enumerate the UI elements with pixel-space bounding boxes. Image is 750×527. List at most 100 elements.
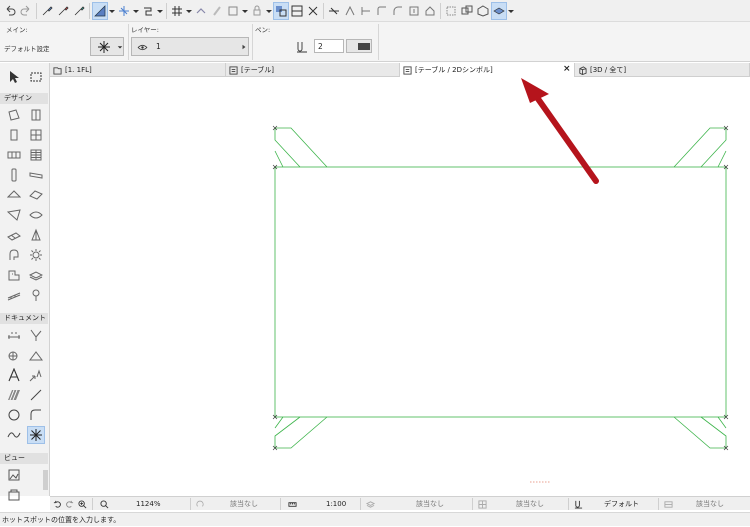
tab-floor-plan[interactable]: [1. 1FL] bbox=[50, 63, 226, 77]
text-tool-icon[interactable] bbox=[5, 366, 23, 384]
undo-icon[interactable] bbox=[2, 2, 18, 20]
zoom-level[interactable]: 1124% bbox=[136, 499, 160, 509]
zoom-icon[interactable] bbox=[100, 499, 109, 509]
tab-table-2d-symbol[interactable]: [テーブル / 2Dシンボル] × bbox=[400, 63, 575, 77]
label-tool-icon[interactable] bbox=[27, 366, 45, 384]
column-tool-icon[interactable] bbox=[5, 126, 23, 144]
table-leg-top-left[interactable] bbox=[274, 127, 328, 168]
close-tab-icon[interactable]: × bbox=[563, 64, 571, 74]
trace-reference-icon[interactable] bbox=[443, 2, 459, 20]
split-icon[interactable] bbox=[326, 2, 342, 20]
chevron-down-icon[interactable] bbox=[132, 2, 140, 20]
eyedropper-icon[interactable] bbox=[55, 2, 71, 20]
model-view-value[interactable]: 該当なし bbox=[516, 499, 544, 509]
group-icon[interactable] bbox=[289, 2, 305, 20]
stair-tool-icon[interactable] bbox=[5, 226, 23, 244]
undo-zoom-icon[interactable] bbox=[53, 499, 62, 509]
suspend-groups-icon[interactable] bbox=[273, 1, 289, 20]
home-story-icon[interactable] bbox=[422, 2, 438, 20]
compare-icon[interactable] bbox=[459, 2, 475, 20]
morph-tool-icon[interactable] bbox=[27, 206, 45, 224]
pen-number-field[interactable]: 2 bbox=[314, 39, 344, 53]
roof-tool-icon[interactable] bbox=[5, 186, 23, 204]
pick-up-parameters-icon[interactable] bbox=[39, 2, 55, 20]
table-leg-bottom-right[interactable] bbox=[673, 416, 727, 449]
skylight-tool-icon[interactable] bbox=[5, 206, 23, 224]
pencil-icon[interactable] bbox=[209, 2, 225, 20]
curtain-tool-icon[interactable] bbox=[27, 266, 45, 284]
layer-dropdown[interactable]: 1 bbox=[131, 37, 249, 56]
drawing-canvas[interactable] bbox=[50, 78, 750, 496]
shell-tool-icon[interactable] bbox=[27, 186, 45, 204]
tab-3d-all[interactable]: [3D / 全て] bbox=[575, 63, 750, 77]
polyline-tool-icon[interactable] bbox=[27, 406, 45, 424]
inject-parameters-icon[interactable] bbox=[71, 2, 87, 20]
layer-combo-icon[interactable] bbox=[366, 499, 375, 509]
redo-zoom-icon[interactable] bbox=[65, 499, 74, 509]
lamp-tool-icon[interactable] bbox=[27, 246, 45, 264]
tab-table[interactable]: [テーブル] bbox=[226, 63, 400, 77]
elevation-dimension-icon[interactable] bbox=[5, 346, 23, 364]
wall-tool-icon[interactable] bbox=[5, 106, 23, 124]
design-section-header[interactable]: デザイン bbox=[0, 93, 48, 104]
figure-tool-icon[interactable] bbox=[5, 466, 23, 484]
teamwork-icon[interactable] bbox=[491, 1, 507, 20]
trace-icon[interactable] bbox=[193, 2, 209, 20]
level-dimension-icon[interactable] bbox=[27, 326, 45, 344]
scale-value[interactable]: 1:100 bbox=[326, 499, 346, 509]
toolbox-scrollbar[interactable] bbox=[43, 470, 48, 490]
layers-icon[interactable] bbox=[225, 2, 241, 20]
zoom-in-icon[interactable] bbox=[78, 499, 87, 509]
window-tool-icon[interactable] bbox=[27, 126, 45, 144]
marquee-tool-icon[interactable] bbox=[27, 68, 45, 86]
3d-view-icon[interactable] bbox=[475, 2, 491, 20]
chevron-down-icon[interactable] bbox=[156, 2, 164, 20]
layer-combo-value[interactable]: 該当なし bbox=[416, 499, 444, 509]
chevron-down-icon[interactable] bbox=[108, 2, 116, 20]
chevron-down-icon[interactable] bbox=[507, 2, 515, 20]
door-tool-icon[interactable] bbox=[27, 106, 45, 124]
chevron-down-icon[interactable] bbox=[265, 2, 273, 20]
redo-icon[interactable] bbox=[18, 2, 34, 20]
location-tool-icon[interactable] bbox=[27, 286, 45, 304]
slab-tool-icon[interactable] bbox=[27, 166, 45, 184]
fillet-icon[interactable] bbox=[374, 2, 390, 20]
ungroup-icon[interactable] bbox=[305, 2, 321, 20]
dimension-standard-value[interactable]: 該当なし bbox=[696, 499, 724, 509]
tool-settings-button[interactable] bbox=[90, 37, 124, 56]
pen-set-value[interactable]: デフォルト bbox=[604, 499, 639, 509]
intersect-icon[interactable] bbox=[358, 2, 374, 20]
ramp-tool-icon[interactable] bbox=[5, 286, 23, 304]
grid-snap-icon[interactable] bbox=[169, 2, 185, 20]
chevron-down-icon[interactable] bbox=[185, 2, 193, 20]
curtain-wall-tool-icon[interactable] bbox=[27, 146, 45, 164]
chevron-down-icon[interactable] bbox=[241, 2, 249, 20]
guide-lines-icon[interactable] bbox=[116, 2, 132, 20]
adjust-icon[interactable] bbox=[342, 2, 358, 20]
dimension-standard-icon[interactable] bbox=[664, 499, 673, 509]
angle-dimension-icon[interactable] bbox=[27, 346, 45, 364]
offset-icon[interactable] bbox=[390, 2, 406, 20]
table-leg-top-right[interactable] bbox=[673, 127, 727, 168]
magic-wand-icon[interactable] bbox=[92, 1, 108, 20]
document-section-header[interactable]: ドキュメント bbox=[0, 313, 48, 324]
view-section-header[interactable]: ビュー bbox=[0, 453, 48, 464]
orientation-icon[interactable] bbox=[196, 499, 204, 509]
pen-set-icon[interactable] bbox=[574, 499, 583, 509]
drawing-tool-icon[interactable] bbox=[5, 486, 23, 504]
pen-color-swatch[interactable] bbox=[346, 39, 372, 53]
snap-guides-icon[interactable] bbox=[140, 2, 156, 20]
circle-tool-icon[interactable] bbox=[5, 406, 23, 424]
dimension-tool-icon[interactable] bbox=[5, 326, 23, 344]
orientation-value[interactable]: 該当なし bbox=[230, 499, 258, 509]
zone-tool-icon[interactable] bbox=[5, 246, 23, 264]
lock-icon[interactable] bbox=[249, 2, 265, 20]
line-tool-icon[interactable] bbox=[27, 386, 45, 404]
spline-tool-icon[interactable] bbox=[5, 426, 23, 444]
fill-tool-icon[interactable] bbox=[5, 386, 23, 404]
table-leg-bottom-left[interactable] bbox=[274, 416, 328, 449]
table-top-outline[interactable] bbox=[274, 166, 727, 418]
mesh-tool-icon[interactable] bbox=[5, 266, 23, 284]
hotspot-tool-icon[interactable] bbox=[27, 426, 45, 444]
scale-icon[interactable] bbox=[288, 499, 297, 509]
